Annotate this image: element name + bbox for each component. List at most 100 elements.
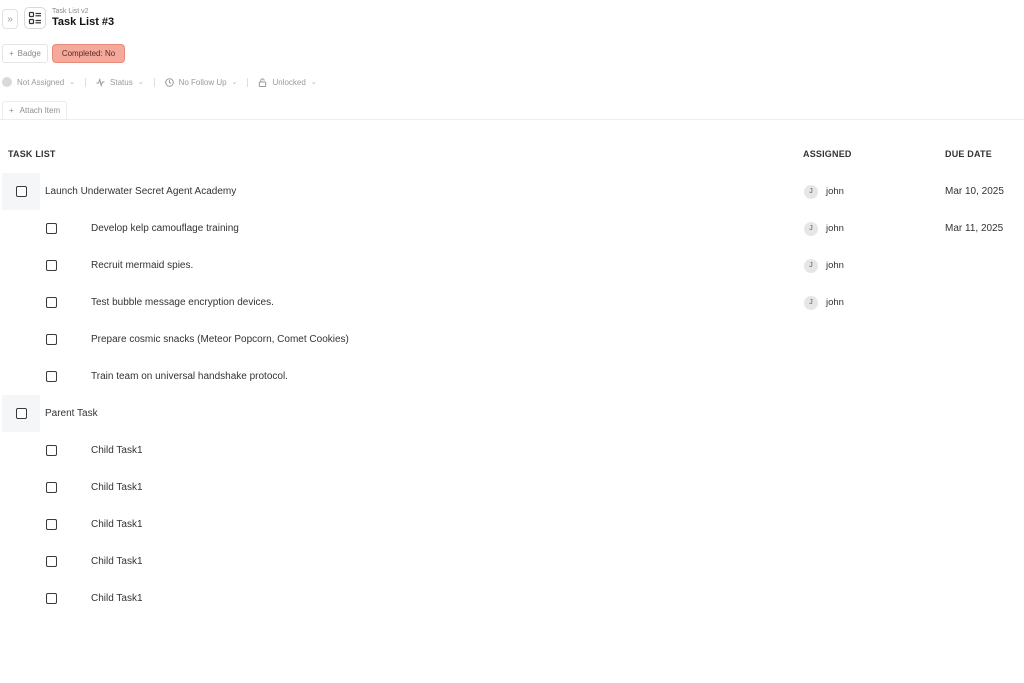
- task-checkbox-cell[interactable]: [40, 210, 62, 247]
- title-block: Task List v2 Task List #3: [52, 8, 114, 28]
- task-checkbox[interactable]: [15, 186, 27, 197]
- assignee-name: john: [826, 223, 844, 234]
- task-checkbox[interactable]: [45, 260, 57, 271]
- subtask-row[interactable]: Prepare cosmic snacks (Meteor Popcorn, C…: [0, 321, 1024, 358]
- add-badge-button[interactable]: + Badge: [2, 44, 48, 63]
- chevron-down-icon: ⌄: [231, 79, 238, 86]
- task-checkbox-cell[interactable]: [40, 543, 62, 580]
- section-divider: [0, 119, 1024, 120]
- top-bar: » Task List v2 Task List #3: [2, 6, 114, 30]
- task-label[interactable]: Prepare cosmic snacks (Meteor Popcorn, C…: [91, 334, 349, 345]
- task-checkbox[interactable]: [45, 297, 57, 308]
- task-label[interactable]: Test bubble message encryption devices.: [91, 297, 274, 308]
- add-badge-label: Badge: [17, 49, 41, 58]
- task-list: Launch Underwater Secret Agent Academy J…: [0, 173, 1024, 617]
- task-list-icon[interactable]: [24, 7, 46, 29]
- divider: [247, 77, 249, 87]
- task-checkbox-cell[interactable]: [40, 358, 62, 395]
- task-checkbox-cell[interactable]: [40, 284, 62, 321]
- task-row[interactable]: Parent Task: [0, 395, 1024, 432]
- subtask-row[interactable]: Child Task1: [0, 432, 1024, 469]
- task-checkbox[interactable]: [45, 445, 57, 456]
- task-checkbox[interactable]: [45, 334, 57, 345]
- assignee-label: Not Assigned: [17, 77, 65, 87]
- assignee-chip[interactable]: J john: [804, 258, 844, 273]
- task-checkbox[interactable]: [45, 556, 57, 567]
- double-chevron-right-icon: »: [7, 13, 13, 25]
- subtask-row[interactable]: Develop kelp camouflage training J john …: [0, 210, 1024, 247]
- column-header-due-date: DUE DATE: [945, 149, 992, 159]
- subtask-row[interactable]: Train team on universal handshake protoc…: [0, 358, 1024, 395]
- task-label[interactable]: Child Task1: [91, 445, 143, 456]
- subtask-row[interactable]: Test bubble message encryption devices. …: [0, 284, 1024, 321]
- subtask-row[interactable]: Recruit mermaid spies. J john: [0, 247, 1024, 284]
- avatar: J: [804, 184, 818, 199]
- subtask-row[interactable]: Child Task1: [0, 469, 1024, 506]
- plus-icon: +: [9, 49, 14, 58]
- task-checkbox-cell[interactable]: [2, 173, 40, 210]
- task-checkbox-cell[interactable]: [40, 321, 62, 358]
- assignee-chip[interactable]: J john: [804, 221, 844, 236]
- follow-up-dropdown[interactable]: No Follow Up ⌄: [164, 77, 238, 87]
- column-header-assigned: ASSIGNED: [803, 149, 852, 159]
- task-label[interactable]: Develop kelp camouflage training: [91, 223, 239, 234]
- task-label[interactable]: Train team on universal handshake protoc…: [91, 371, 288, 382]
- divider: [153, 77, 155, 87]
- chevron-down-icon: ⌄: [310, 79, 317, 86]
- assignee-dropdown[interactable]: Not Assigned ⌄: [2, 77, 75, 87]
- task-checkbox-cell[interactable]: [40, 247, 62, 284]
- follow-up-label: No Follow Up: [178, 77, 227, 87]
- attach-item-button[interactable]: + Attach Item: [2, 101, 68, 119]
- assignee-name: john: [826, 186, 844, 197]
- due-date[interactable]: Mar 11, 2025: [945, 223, 1003, 234]
- task-label[interactable]: Recruit mermaid spies.: [91, 260, 193, 271]
- task-checkbox-cell[interactable]: [2, 395, 40, 432]
- task-checkbox[interactable]: [45, 223, 57, 234]
- due-date[interactable]: Mar 10, 2025: [945, 186, 1004, 197]
- avatar: J: [804, 221, 818, 236]
- subtask-row[interactable]: Child Task1: [0, 506, 1024, 543]
- task-checkbox-cell[interactable]: [40, 580, 62, 617]
- status-label: Status: [110, 77, 133, 87]
- assignee-name: john: [826, 297, 844, 308]
- task-checkbox[interactable]: [15, 408, 27, 419]
- unlock-icon: [259, 77, 267, 87]
- page-title: Task List #3: [52, 16, 115, 28]
- task-checkbox-cell[interactable]: [40, 432, 62, 469]
- column-header-task: TASK LIST: [8, 149, 56, 159]
- plus-icon: +: [9, 106, 14, 115]
- checklist-icon: [28, 11, 41, 25]
- activity-icon: [96, 77, 105, 87]
- avatar: J: [804, 258, 818, 273]
- task-label[interactable]: Child Task1: [91, 519, 143, 530]
- task-label[interactable]: Launch Underwater Secret Agent Academy: [45, 186, 236, 197]
- task-checkbox-cell[interactable]: [40, 469, 62, 506]
- breadcrumb[interactable]: Task List v2: [52, 8, 114, 15]
- assignee-name: john: [826, 260, 844, 271]
- task-checkbox-cell[interactable]: [40, 506, 62, 543]
- badge-bar: + Badge Completed: No: [2, 44, 126, 63]
- assignee-chip[interactable]: J john: [804, 295, 844, 310]
- task-label[interactable]: Child Task1: [91, 482, 143, 493]
- subtask-row[interactable]: Child Task1: [0, 543, 1024, 580]
- task-label[interactable]: Child Task1: [91, 556, 143, 567]
- task-label[interactable]: Parent Task: [45, 408, 98, 419]
- assignee-chip[interactable]: J john: [804, 184, 844, 199]
- status-dropdown[interactable]: Status ⌄: [96, 77, 144, 87]
- task-checkbox[interactable]: [45, 371, 57, 382]
- divider: [85, 77, 87, 87]
- chevron-down-icon: ⌄: [69, 79, 76, 86]
- table-header: TASK LIST ASSIGNED DUE DATE: [0, 149, 1024, 161]
- lock-label: Unlocked: [272, 77, 306, 87]
- task-label[interactable]: Child Task1: [91, 593, 143, 604]
- task-checkbox[interactable]: [45, 593, 57, 604]
- property-bar: Not Assigned ⌄ Status ⌄ No Follow Up ⌄ U…: [2, 77, 327, 87]
- task-row[interactable]: Launch Underwater Secret Agent Academy J…: [0, 173, 1024, 210]
- completed-status-badge[interactable]: Completed: No: [51, 44, 126, 63]
- task-checkbox[interactable]: [45, 482, 57, 493]
- subtask-row[interactable]: Child Task1: [0, 580, 1024, 617]
- lock-dropdown[interactable]: Unlocked ⌄: [258, 77, 317, 87]
- attach-item-label: Attach Item: [19, 106, 61, 115]
- task-checkbox[interactable]: [45, 519, 57, 530]
- expand-sidebar-button[interactable]: »: [2, 9, 18, 29]
